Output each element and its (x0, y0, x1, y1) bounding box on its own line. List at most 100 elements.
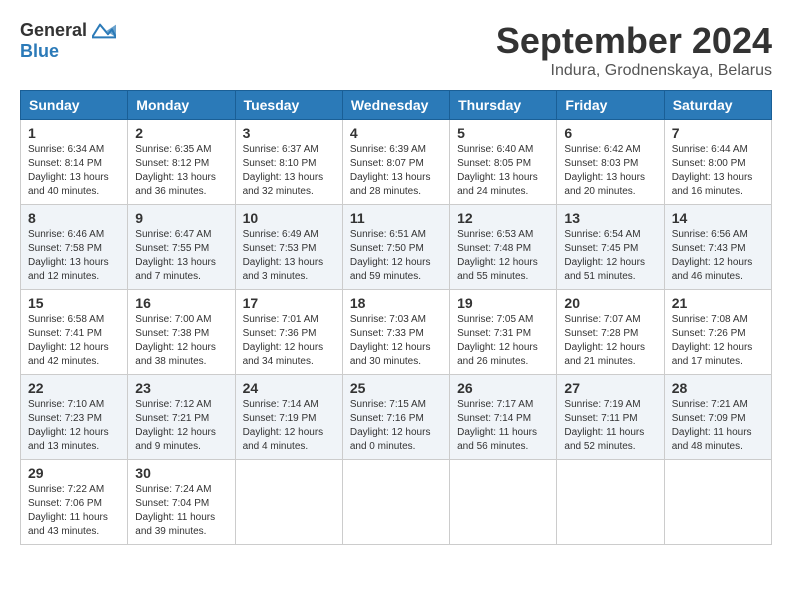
day-info: Sunrise: 6:39 AM Sunset: 8:07 PM Dayligh… (350, 143, 442, 199)
day-number: 27 (564, 380, 656, 396)
day-number: 6 (564, 125, 656, 141)
day-number: 12 (457, 210, 549, 226)
calendar-cell: 9Sunrise: 6:47 AM Sunset: 7:55 PM Daylig… (128, 205, 235, 290)
day-number: 15 (28, 295, 120, 311)
calendar-header-row: SundayMondayTuesdayWednesdayThursdayFrid… (21, 91, 772, 120)
calendar-cell: 30 Sunrise: 7:24 AM Sunset: 7:04 PM Dayli… (128, 460, 235, 545)
day-info: Sunrise: 6:46 AM Sunset: 7:58 PM Dayligh… (28, 228, 120, 284)
page-header: General Blue September 2024 Indura, Grod… (20, 20, 772, 80)
calendar-cell: 19 Sunrise: 7:05 AM Sunset: 7:31 PM Dayli… (450, 290, 557, 375)
day-number: 11 (350, 210, 442, 226)
calendar-cell: 3 Sunrise: 6:37 AM Sunset: 8:10 PM Daylig… (235, 120, 342, 205)
day-number: 26 (457, 380, 549, 396)
calendar-cell: 27 Sunrise: 7:19 AM Sunset: 7:11 PM Dayli… (557, 375, 664, 460)
calendar-cell (664, 460, 771, 545)
calendar-week-row: 22 Sunrise: 7:10 AM Sunset: 7:23 PM Dayli… (21, 375, 772, 460)
calendar-cell (557, 460, 664, 545)
day-info: Sunrise: 7:22 AM Sunset: 7:06 PM Dayligh… (28, 483, 120, 539)
logo: General Blue (20, 20, 116, 62)
calendar-cell: 24Sunrise: 7:14 AM Sunset: 7:19 PM Dayli… (235, 375, 342, 460)
day-info: Sunrise: 7:00 AM Sunset: 7:38 PM Dayligh… (135, 313, 227, 369)
logo-general-text: General (20, 20, 87, 41)
calendar-cell: 12 Sunrise: 6:53 AM Sunset: 7:48 PM Dayli… (450, 205, 557, 290)
header-sunday: Sunday (21, 91, 128, 120)
day-number: 7 (672, 125, 764, 141)
day-info: Sunrise: 6:37 AM Sunset: 8:10 PM Dayligh… (243, 143, 335, 199)
title-area: September 2024 Indura, Grodnenskaya, Bel… (496, 20, 772, 80)
day-number: 24 (243, 380, 335, 396)
logo-blue-text: Blue (20, 41, 59, 62)
day-number: 1 (28, 125, 120, 141)
calendar-cell (450, 460, 557, 545)
day-info: Sunrise: 7:07 AM Sunset: 7:28 PM Dayligh… (564, 313, 656, 369)
day-info: Sunrise: 6:42 AM Sunset: 8:03 PM Dayligh… (564, 143, 656, 199)
calendar-cell: 15 Sunrise: 6:58 AM Sunset: 7:41 PM Dayli… (21, 290, 128, 375)
calendar-week-row: 15 Sunrise: 6:58 AM Sunset: 7:41 PM Dayli… (21, 290, 772, 375)
header-friday: Friday (557, 91, 664, 120)
calendar-week-row: 29 Sunrise: 7:22 AM Sunset: 7:06 PM Dayli… (21, 460, 772, 545)
day-number: 18 (350, 295, 442, 311)
day-info: Sunrise: 7:08 AM Sunset: 7:26 PM Dayligh… (672, 313, 764, 369)
calendar-cell: 21 Sunrise: 7:08 AM Sunset: 7:26 PM Dayli… (664, 290, 771, 375)
day-number: 29 (28, 465, 120, 481)
day-number: 25 (350, 380, 442, 396)
day-number: 30 (135, 465, 227, 481)
day-number: 23 (135, 380, 227, 396)
day-number: 21 (672, 295, 764, 311)
month-title: September 2024 (496, 20, 772, 62)
location-subtitle: Indura, Grodnenskaya, Belarus (496, 62, 772, 80)
day-info: Sunrise: 7:05 AM Sunset: 7:31 PM Dayligh… (457, 313, 549, 369)
calendar-cell: 5Sunrise: 6:40 AM Sunset: 8:05 PM Daylig… (450, 120, 557, 205)
day-info: Sunrise: 6:35 AM Sunset: 8:12 PM Dayligh… (135, 143, 227, 199)
calendar-cell: 10 Sunrise: 6:49 AM Sunset: 7:53 PM Dayli… (235, 205, 342, 290)
day-info: Sunrise: 7:12 AM Sunset: 7:21 PM Dayligh… (135, 398, 227, 454)
day-number: 16 (135, 295, 227, 311)
header-monday: Monday (128, 91, 235, 120)
calendar-week-row: 8Sunrise: 6:46 AM Sunset: 7:58 PM Daylig… (21, 205, 772, 290)
day-number: 28 (672, 380, 764, 396)
header-tuesday: Tuesday (235, 91, 342, 120)
header-thursday: Thursday (450, 91, 557, 120)
day-info: Sunrise: 6:51 AM Sunset: 7:50 PM Dayligh… (350, 228, 442, 284)
calendar-table: SundayMondayTuesdayWednesdayThursdayFrid… (20, 90, 772, 545)
day-number: 10 (243, 210, 335, 226)
calendar-cell (235, 460, 342, 545)
day-info: Sunrise: 6:34 AM Sunset: 8:14 PM Dayligh… (28, 143, 120, 199)
day-number: 4 (350, 125, 442, 141)
day-number: 5 (457, 125, 549, 141)
day-number: 19 (457, 295, 549, 311)
day-info: Sunrise: 7:01 AM Sunset: 7:36 PM Dayligh… (243, 313, 335, 369)
calendar-cell: 11 Sunrise: 6:51 AM Sunset: 7:50 PM Dayli… (342, 205, 449, 290)
logo-icon (92, 21, 116, 41)
calendar-cell (342, 460, 449, 545)
day-info: Sunrise: 6:58 AM Sunset: 7:41 PM Dayligh… (28, 313, 120, 369)
day-info: Sunrise: 6:44 AM Sunset: 8:00 PM Dayligh… (672, 143, 764, 199)
day-info: Sunrise: 7:21 AM Sunset: 7:09 PM Dayligh… (672, 398, 764, 454)
calendar-cell: 16 Sunrise: 7:00 AM Sunset: 7:38 PM Dayli… (128, 290, 235, 375)
calendar-cell: 18Sunrise: 7:03 AM Sunset: 7:33 PM Dayli… (342, 290, 449, 375)
day-number: 13 (564, 210, 656, 226)
day-number: 14 (672, 210, 764, 226)
day-info: Sunrise: 6:53 AM Sunset: 7:48 PM Dayligh… (457, 228, 549, 284)
day-number: 2 (135, 125, 227, 141)
day-info: Sunrise: 6:49 AM Sunset: 7:53 PM Dayligh… (243, 228, 335, 284)
day-info: Sunrise: 7:17 AM Sunset: 7:14 PM Dayligh… (457, 398, 549, 454)
calendar-cell: 28 Sunrise: 7:21 AM Sunset: 7:09 PM Dayli… (664, 375, 771, 460)
day-info: Sunrise: 7:10 AM Sunset: 7:23 PM Dayligh… (28, 398, 120, 454)
header-wednesday: Wednesday (342, 91, 449, 120)
day-info: Sunrise: 7:19 AM Sunset: 7:11 PM Dayligh… (564, 398, 656, 454)
calendar-cell: 17Sunrise: 7:01 AM Sunset: 7:36 PM Dayli… (235, 290, 342, 375)
calendar-cell: 14Sunrise: 6:56 AM Sunset: 7:43 PM Dayli… (664, 205, 771, 290)
calendar-cell: 22 Sunrise: 7:10 AM Sunset: 7:23 PM Dayli… (21, 375, 128, 460)
calendar-cell: 20Sunrise: 7:07 AM Sunset: 7:28 PM Dayli… (557, 290, 664, 375)
calendar-cell: 26 Sunrise: 7:17 AM Sunset: 7:14 PM Dayli… (450, 375, 557, 460)
calendar-cell: 25Sunrise: 7:15 AM Sunset: 7:16 PM Dayli… (342, 375, 449, 460)
day-number: 3 (243, 125, 335, 141)
calendar-cell: 1 Sunrise: 6:34 AM Sunset: 8:14 PM Daylig… (21, 120, 128, 205)
calendar-cell: 8Sunrise: 6:46 AM Sunset: 7:58 PM Daylig… (21, 205, 128, 290)
calendar-cell: 6 Sunrise: 6:42 AM Sunset: 8:03 PM Daylig… (557, 120, 664, 205)
calendar-cell: 7 Sunrise: 6:44 AM Sunset: 8:00 PM Daylig… (664, 120, 771, 205)
day-number: 22 (28, 380, 120, 396)
day-info: Sunrise: 7:24 AM Sunset: 7:04 PM Dayligh… (135, 483, 227, 539)
calendar-cell: 4 Sunrise: 6:39 AM Sunset: 8:07 PM Daylig… (342, 120, 449, 205)
